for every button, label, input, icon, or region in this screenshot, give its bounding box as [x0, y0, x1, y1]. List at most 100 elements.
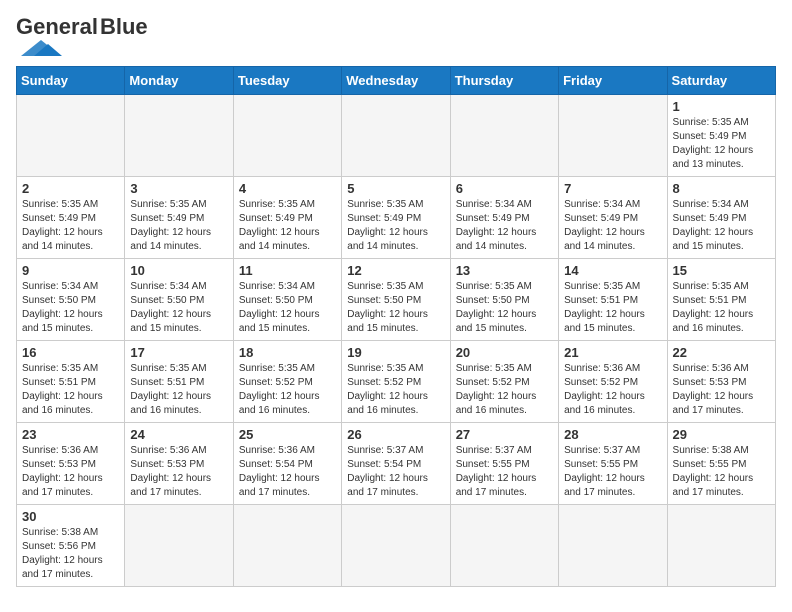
day-info: Sunrise: 5:34 AM Sunset: 5:49 PM Dayligh…	[456, 198, 553, 254]
day-info: Sunrise: 5:35 AM Sunset: 5:49 PM Dayligh…	[22, 198, 119, 254]
day-info: Sunrise: 5:35 AM Sunset: 5:49 PM Dayligh…	[347, 198, 444, 254]
day-number: 1	[673, 99, 770, 114]
calendar-cell: 21 Sunrise: 5:36 AM Sunset: 5:52 PM Dayli…	[559, 341, 667, 423]
calendar-cell: 30Sunrise: 5:38 AM Sunset: 5:56 PM Dayli…	[17, 505, 125, 587]
day-number: 24	[130, 427, 227, 442]
day-number: 11	[239, 263, 336, 278]
weekday-header-thursday: Thursday	[450, 67, 558, 95]
week-row-5: 30Sunrise: 5:38 AM Sunset: 5:56 PM Dayli…	[17, 505, 776, 587]
calendar-cell: 14 Sunrise: 5:35 AM Sunset: 5:51 PM Dayli…	[559, 259, 667, 341]
calendar-cell	[17, 95, 125, 177]
day-number: 16	[22, 345, 119, 360]
calendar-cell: 19 Sunrise: 5:35 AM Sunset: 5:52 PM Dayli…	[342, 341, 450, 423]
day-info: Sunrise: 5:36 AM Sunset: 5:52 PM Dayligh…	[564, 362, 661, 418]
week-row-0: 1 Sunrise: 5:35 AM Sunset: 5:49 PM Daylig…	[17, 95, 776, 177]
calendar-cell	[559, 95, 667, 177]
day-info: Sunrise: 5:36 AM Sunset: 5:54 PM Dayligh…	[239, 444, 336, 500]
calendar-table: SundayMondayTuesdayWednesdayThursdayFrid…	[16, 66, 776, 587]
logo-general-text: General	[16, 16, 98, 38]
logo-icon	[16, 38, 66, 56]
day-number: 7	[564, 181, 661, 196]
calendar-header: SundayMondayTuesdayWednesdayThursdayFrid…	[17, 67, 776, 95]
day-info: Sunrise: 5:35 AM Sunset: 5:52 PM Dayligh…	[347, 362, 444, 418]
calendar-cell: 7Sunrise: 5:34 AM Sunset: 5:49 PM Daylig…	[559, 177, 667, 259]
day-number: 21	[564, 345, 661, 360]
day-info: Sunrise: 5:37 AM Sunset: 5:55 PM Dayligh…	[564, 444, 661, 500]
day-info: Sunrise: 5:36 AM Sunset: 5:53 PM Dayligh…	[130, 444, 227, 500]
weekday-header-tuesday: Tuesday	[233, 67, 341, 95]
day-number: 25	[239, 427, 336, 442]
calendar-cell: 29Sunrise: 5:38 AM Sunset: 5:55 PM Dayli…	[667, 423, 775, 505]
day-info: Sunrise: 5:35 AM Sunset: 5:50 PM Dayligh…	[347, 280, 444, 336]
calendar-cell: 18Sunrise: 5:35 AM Sunset: 5:52 PM Dayli…	[233, 341, 341, 423]
day-number: 8	[673, 181, 770, 196]
day-info: Sunrise: 5:35 AM Sunset: 5:49 PM Dayligh…	[130, 198, 227, 254]
day-number: 15	[673, 263, 770, 278]
day-number: 23	[22, 427, 119, 442]
calendar-cell: 23Sunrise: 5:36 AM Sunset: 5:53 PM Dayli…	[17, 423, 125, 505]
weekday-header-friday: Friday	[559, 67, 667, 95]
weekday-header-monday: Monday	[125, 67, 233, 95]
day-info: Sunrise: 5:34 AM Sunset: 5:50 PM Dayligh…	[239, 280, 336, 336]
logo-blue-text: Blue	[100, 16, 148, 38]
day-number: 2	[22, 181, 119, 196]
day-number: 27	[456, 427, 553, 442]
weekday-header-wednesday: Wednesday	[342, 67, 450, 95]
week-row-1: 2 Sunrise: 5:35 AM Sunset: 5:49 PM Daylig…	[17, 177, 776, 259]
day-number: 9	[22, 263, 119, 278]
calendar-cell	[450, 505, 558, 587]
calendar-cell: 17 Sunrise: 5:35 AM Sunset: 5:51 PM Dayli…	[125, 341, 233, 423]
day-number: 13	[456, 263, 553, 278]
day-info: Sunrise: 5:35 AM Sunset: 5:50 PM Dayligh…	[456, 280, 553, 336]
calendar-cell: 27Sunrise: 5:37 AM Sunset: 5:55 PM Dayli…	[450, 423, 558, 505]
day-info: Sunrise: 5:34 AM Sunset: 5:49 PM Dayligh…	[673, 198, 770, 254]
calendar-cell: 6 Sunrise: 5:34 AM Sunset: 5:49 PM Daylig…	[450, 177, 558, 259]
calendar-cell: 26Sunrise: 5:37 AM Sunset: 5:54 PM Dayli…	[342, 423, 450, 505]
calendar-cell	[125, 505, 233, 587]
calendar-cell	[233, 95, 341, 177]
calendar-cell	[125, 95, 233, 177]
day-number: 17	[130, 345, 227, 360]
calendar-cell	[667, 505, 775, 587]
calendar-cell: 3 Sunrise: 5:35 AM Sunset: 5:49 PM Daylig…	[125, 177, 233, 259]
day-info: Sunrise: 5:36 AM Sunset: 5:53 PM Dayligh…	[673, 362, 770, 418]
day-info: Sunrise: 5:35 AM Sunset: 5:49 PM Dayligh…	[239, 198, 336, 254]
day-info: Sunrise: 5:35 AM Sunset: 5:51 PM Dayligh…	[130, 362, 227, 418]
day-number: 18	[239, 345, 336, 360]
day-number: 29	[673, 427, 770, 442]
calendar-cell: 16Sunrise: 5:35 AM Sunset: 5:51 PM Dayli…	[17, 341, 125, 423]
week-row-4: 23 Sunrise: 5:36 AM Sunset: 5:53 PM Dayli…	[17, 423, 776, 505]
week-row-2: 9 Sunrise: 5:34 AM Sunset: 5:50 PM Daylig…	[17, 259, 776, 341]
calendar-cell: 11 Sunrise: 5:34 AM Sunset: 5:50 PM Dayli…	[233, 259, 341, 341]
day-number: 6	[456, 181, 553, 196]
calendar-cell	[342, 505, 450, 587]
weekday-header-saturday: Saturday	[667, 67, 775, 95]
day-info: Sunrise: 5:35 AM Sunset: 5:51 PM Dayligh…	[564, 280, 661, 336]
calendar-cell: 12 Sunrise: 5:35 AM Sunset: 5:50 PM Dayli…	[342, 259, 450, 341]
day-number: 19	[347, 345, 444, 360]
day-number: 30	[22, 509, 119, 524]
calendar-cell: 13 Sunrise: 5:35 AM Sunset: 5:50 PM Dayli…	[450, 259, 558, 341]
calendar-cell: 22Sunrise: 5:36 AM Sunset: 5:53 PM Dayli…	[667, 341, 775, 423]
day-number: 14	[564, 263, 661, 278]
calendar-cell: 1 Sunrise: 5:35 AM Sunset: 5:49 PM Daylig…	[667, 95, 775, 177]
calendar-body: 1 Sunrise: 5:35 AM Sunset: 5:49 PM Daylig…	[17, 95, 776, 587]
day-info: Sunrise: 5:35 AM Sunset: 5:49 PM Dayligh…	[673, 116, 770, 172]
calendar-cell: 2 Sunrise: 5:35 AM Sunset: 5:49 PM Daylig…	[17, 177, 125, 259]
day-info: Sunrise: 5:35 AM Sunset: 5:52 PM Dayligh…	[456, 362, 553, 418]
calendar-cell: 5 Sunrise: 5:35 AM Sunset: 5:49 PM Daylig…	[342, 177, 450, 259]
day-number: 28	[564, 427, 661, 442]
day-number: 10	[130, 263, 227, 278]
day-number: 3	[130, 181, 227, 196]
day-number: 12	[347, 263, 444, 278]
calendar-cell: 28 Sunrise: 5:37 AM Sunset: 5:55 PM Dayli…	[559, 423, 667, 505]
day-number: 4	[239, 181, 336, 196]
weekday-header-sunday: Sunday	[17, 67, 125, 95]
day-info: Sunrise: 5:35 AM Sunset: 5:51 PM Dayligh…	[673, 280, 770, 336]
calendar-cell: 20Sunrise: 5:35 AM Sunset: 5:52 PM Dayli…	[450, 341, 558, 423]
day-number: 5	[347, 181, 444, 196]
calendar-cell	[233, 505, 341, 587]
page-header: General Blue	[16, 16, 776, 56]
day-number: 26	[347, 427, 444, 442]
calendar-cell	[450, 95, 558, 177]
